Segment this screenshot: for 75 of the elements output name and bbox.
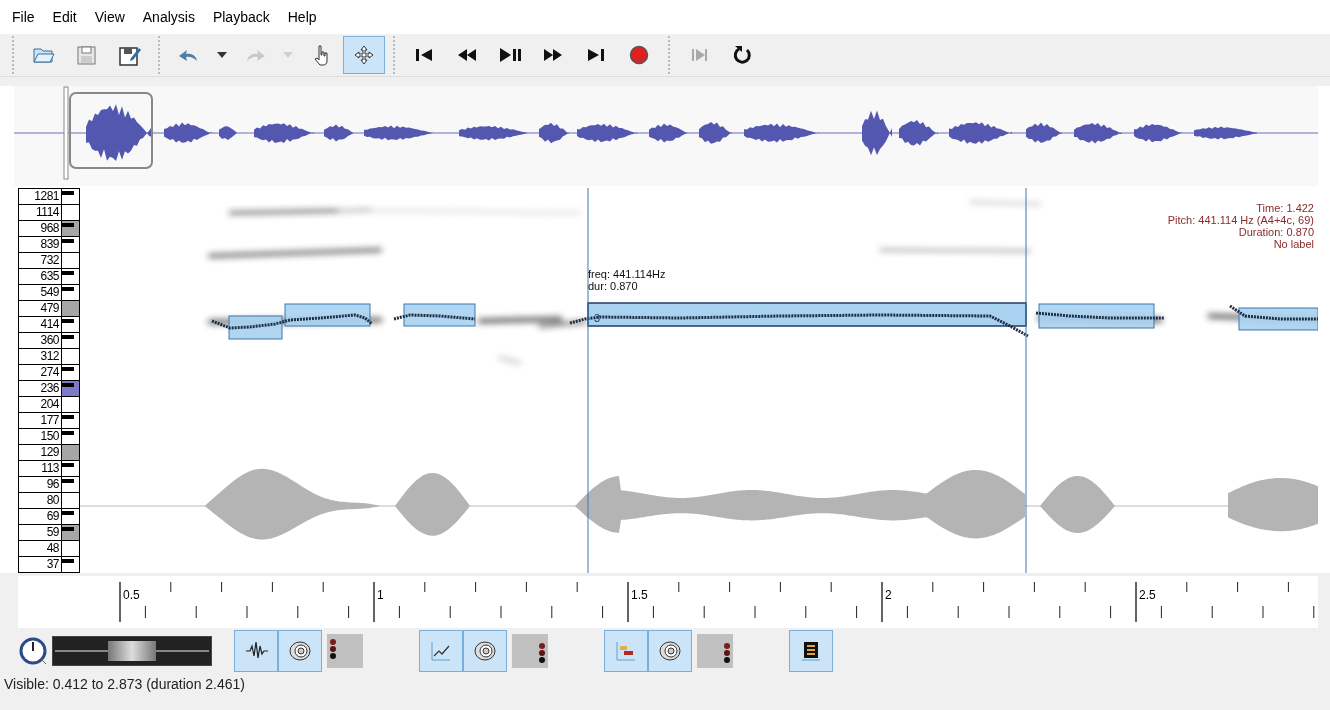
- four-way-arrow-icon: [352, 43, 376, 67]
- frequency-label: 635: [39, 269, 60, 284]
- concentric-rings-icon: [658, 639, 682, 663]
- time-label: 1: [377, 588, 384, 602]
- layer-color-swatch[interactable]: [697, 634, 733, 668]
- menu-item[interactable]: Edit: [43, 9, 86, 25]
- layer-toggle-button[interactable]: [648, 630, 692, 672]
- playback-speed-slider[interactable]: [52, 636, 212, 666]
- frequency-label: 113: [40, 461, 60, 476]
- record-icon: [627, 43, 651, 67]
- layer-color-swatch[interactable]: [512, 634, 548, 668]
- selection-start-line[interactable]: [587, 188, 589, 573]
- note-box[interactable]: [1238, 307, 1318, 331]
- frequency-label: 80: [45, 493, 60, 508]
- menu-item[interactable]: File: [3, 9, 44, 25]
- frequency-label: 479: [39, 301, 60, 316]
- note-box[interactable]: [228, 315, 283, 340]
- frequency-label: 59: [45, 525, 60, 540]
- concentric-rings-icon: [288, 639, 312, 663]
- menu-item[interactable]: View: [85, 9, 134, 25]
- frequency-label: 360: [39, 333, 60, 348]
- frequency-label: 732: [39, 253, 60, 268]
- note-box[interactable]: [403, 303, 476, 327]
- layer-color-swatch[interactable]: [327, 634, 363, 668]
- spectrogram-icon: [799, 639, 823, 663]
- viewport-frame[interactable]: [69, 92, 153, 169]
- note-info-text: freq: 441.114Hz: [588, 268, 666, 280]
- frequency-label: 150: [39, 429, 60, 444]
- time-label: 0.5: [123, 588, 140, 602]
- menu-item[interactable]: Playback: [203, 9, 279, 25]
- frequency-label: 204: [39, 397, 60, 412]
- note-box[interactable]: [284, 303, 371, 327]
- frequency-label: 96: [45, 477, 60, 492]
- line-graph-icon: [429, 639, 453, 663]
- status-text: Visible: 0.412 to 2.873 (duration 2.461): [3, 675, 247, 692]
- caret-icon: [283, 52, 293, 58]
- frequency-label: 129: [39, 445, 60, 460]
- frequency-label: 414: [39, 317, 60, 332]
- layer-toggle-button[interactable]: [463, 630, 507, 672]
- note-bars-icon: [614, 639, 638, 663]
- menu-item[interactable]: Help: [278, 9, 326, 25]
- frequency-label: 274: [39, 365, 60, 380]
- selected-note-box[interactable]: [587, 302, 1027, 327]
- menu-item[interactable]: Analysis: [133, 9, 204, 25]
- layer-toggle-button[interactable]: [234, 630, 278, 672]
- concentric-rings-icon: [473, 639, 497, 663]
- time-label: 1.5: [631, 588, 648, 602]
- four-way-arrow-button[interactable]: [343, 36, 385, 74]
- frequency-label: 312: [39, 349, 60, 364]
- frequency-label: 37: [45, 557, 60, 572]
- readout-text: Duration: 0.870: [1238, 226, 1314, 238]
- frequency-label: 236: [39, 381, 60, 396]
- readout-text: Pitch: 441.114 Hz (A4+4c, 69): [1167, 214, 1314, 226]
- playhead-handle[interactable]: [63, 86, 69, 180]
- frequency-label: 69: [45, 509, 60, 524]
- frequency-label: 968: [39, 221, 60, 236]
- readout-text: No label: [1273, 238, 1314, 250]
- layer-toggle-button[interactable]: [789, 630, 833, 672]
- frequency-label: 1281: [33, 189, 60, 204]
- note-box[interactable]: [1038, 303, 1155, 329]
- readout-text: Time: 1.422: [1256, 202, 1314, 214]
- time-label: 2.5: [1139, 588, 1156, 602]
- caret-icon: [217, 52, 227, 58]
- frequency-label: 839: [39, 237, 60, 252]
- frequency-label: 48: [45, 541, 60, 556]
- frequency-label: 177: [39, 413, 60, 428]
- layer-toggle-button[interactable]: [604, 630, 648, 672]
- volume-dial-icon[interactable]: [18, 636, 48, 666]
- layer-toggle-button[interactable]: [278, 630, 322, 672]
- note-info-text: dur: 0.870: [588, 280, 639, 292]
- time-label: 2: [885, 588, 892, 602]
- frequency-label: 1114: [35, 205, 60, 220]
- layer-toggle-button[interactable]: [419, 630, 463, 672]
- frequency-label: 549: [39, 285, 60, 300]
- slider-thumb[interactable]: [108, 641, 156, 661]
